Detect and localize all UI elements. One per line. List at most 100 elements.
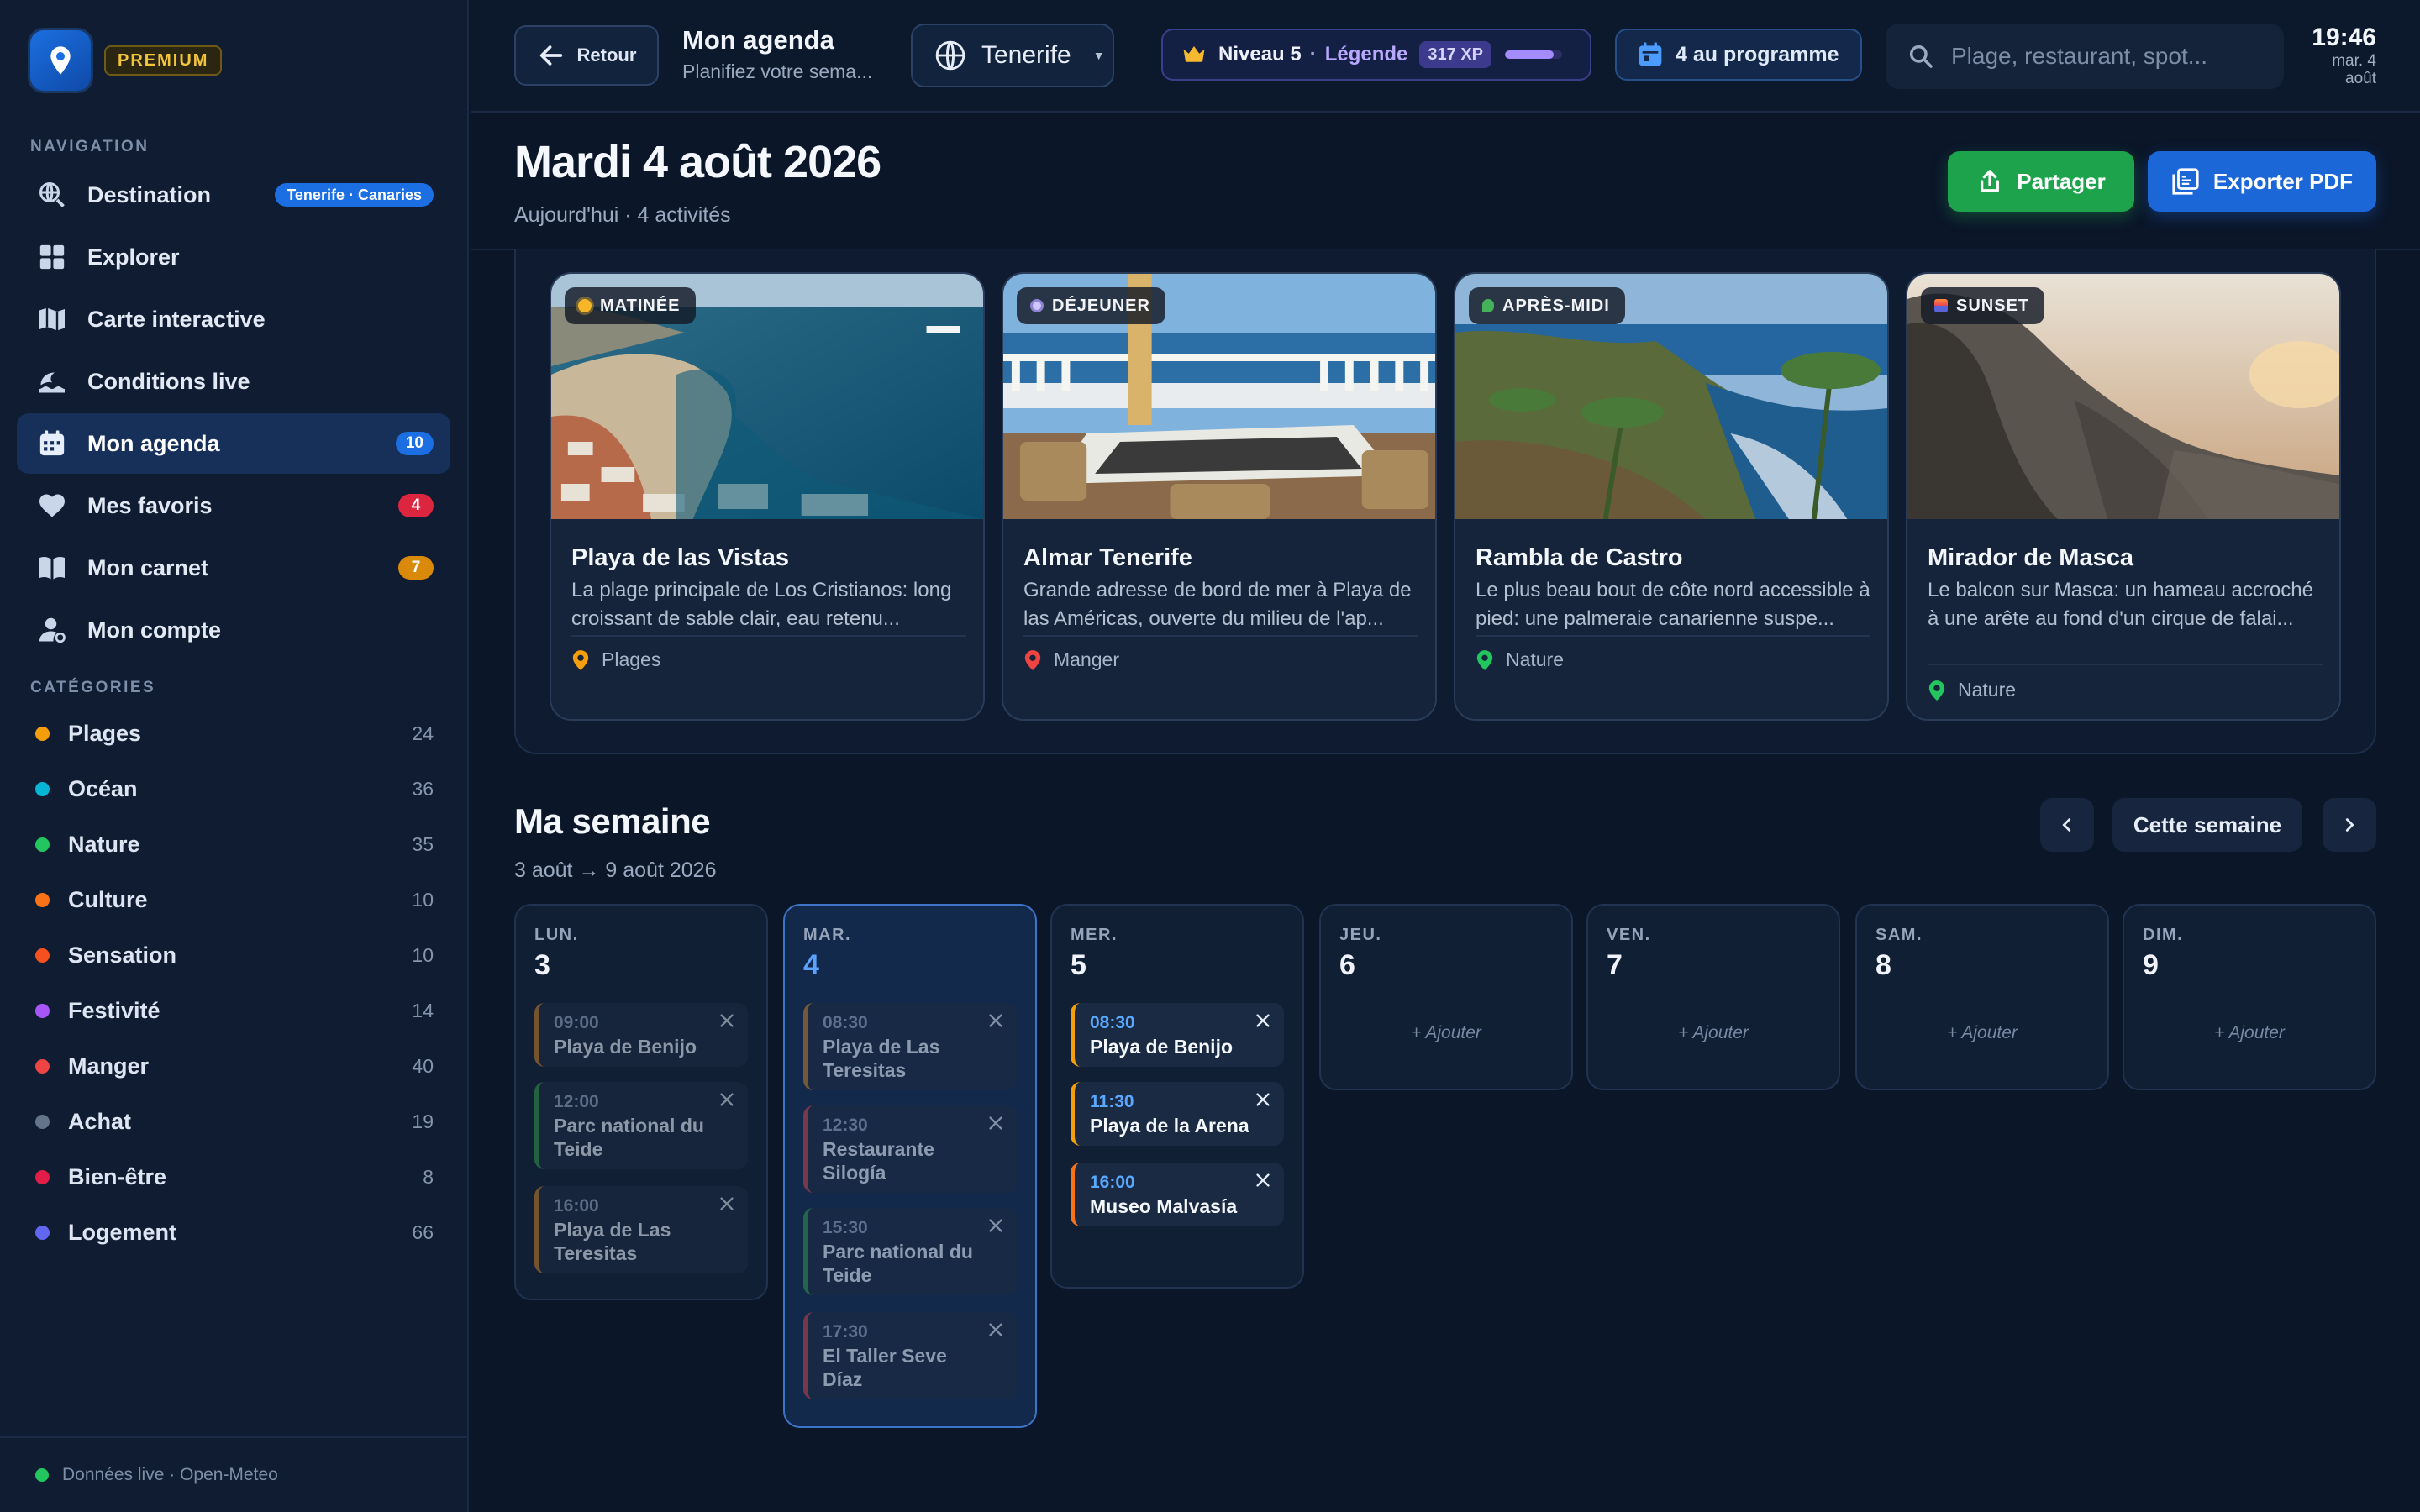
day-number: 9 [2143, 949, 2159, 981]
sidebar-item-destination[interactable]: Destination Tenerife · Canaries [17, 165, 450, 225]
category-item-manger[interactable]: Manger 40 [35, 1045, 434, 1087]
category-dot [35, 1225, 50, 1240]
share-button[interactable]: Partager [1948, 151, 2134, 212]
agenda-event[interactable]: 15:30 Parc national du Teide [803, 1208, 1017, 1295]
level-badge[interactable]: Niveau 5 · Légende 317 XP [1161, 29, 1591, 81]
activity-category-label: Nature [1506, 648, 1565, 670]
remove-event-icon[interactable] [718, 1011, 736, 1030]
agenda-event[interactable]: 09:00 Playa de Benijo [534, 1003, 748, 1067]
sidebar-item-agenda[interactable]: Mon agenda 10 [17, 413, 450, 474]
calendar-icon [1639, 42, 1662, 66]
day-number: 8 [1876, 949, 1891, 981]
category-item-festivite[interactable]: Festivité 14 [35, 990, 434, 1032]
location-pin-icon [1476, 649, 1493, 670]
activity-category-label: Nature [1958, 679, 2017, 701]
event-time: 17:30 [823, 1322, 868, 1341]
xp-progress-bar [1505, 50, 1563, 59]
remove-event-icon[interactable] [986, 1216, 1005, 1235]
category-item-logement[interactable]: Logement 66 [35, 1211, 434, 1253]
event-time: 16:00 [1090, 1173, 1135, 1192]
category-item-bien-etre[interactable]: Bien-être 8 [35, 1156, 434, 1198]
category-item-nature[interactable]: Nature 35 [35, 823, 434, 865]
level-separator: · [1309, 43, 1317, 66]
search-input[interactable] [1951, 43, 2270, 70]
destination-select[interactable]: Tenerife ▼ [911, 24, 1114, 87]
category-count: 19 [412, 1110, 434, 1132]
activity-title: Mirador de Masca [1928, 544, 2133, 571]
remove-event-icon[interactable] [1254, 1011, 1272, 1030]
add-activity-button[interactable]: + Ajouter [2124, 1023, 2375, 1043]
category-count: 10 [412, 888, 434, 911]
agenda-event[interactable]: 11:30 Playa de la Arena [1071, 1082, 1284, 1146]
level-label: Niveau 5 [1218, 43, 1302, 66]
category-item-plages[interactable]: Plages 24 [35, 712, 434, 754]
category-label: Culture [68, 886, 148, 912]
activity-description: Grande adresse de bord de mer à Playa de… [1023, 579, 1412, 630]
add-activity-button[interactable]: + Ajouter [1588, 1023, 1839, 1043]
agenda-event[interactable]: 17:30 El Taller Seve Díaz [803, 1312, 1017, 1399]
activity-card[interactable]: MATINÉE Playa de las Vistas La plage pri… [550, 272, 985, 721]
search-box[interactable] [1886, 24, 2284, 89]
activity-card[interactable]: APRÈS-MIDI Rambla de Castro Le plus beau… [1454, 272, 1889, 721]
activity-card[interactable]: DÉJEUNER Almar Tenerife Grande adresse d… [1002, 272, 1437, 721]
this-week-button[interactable]: Cette semaine [2112, 798, 2302, 852]
event-time: 08:30 [823, 1013, 868, 1032]
category-item-ocean[interactable]: Océan 36 [35, 768, 434, 810]
destination-value: Tenerife [981, 41, 1071, 69]
sidebar-item-favoris[interactable]: Mes favoris 4 [17, 475, 450, 536]
programme-button[interactable]: 4 au programme [1615, 29, 1862, 81]
day-number: 7 [1607, 949, 1623, 981]
agenda-event[interactable]: 12:00 Parc national du Teide [534, 1082, 748, 1169]
day-abbr: SAM. [1876, 926, 1923, 944]
remove-event-icon[interactable] [986, 1011, 1005, 1030]
sidebar-item-explorer[interactable]: Explorer [17, 227, 450, 287]
next-week-button[interactable] [2323, 798, 2376, 852]
chevron-right-icon [2345, 818, 2354, 832]
add-activity-button[interactable]: + Ajouter [1321, 1023, 1571, 1043]
add-activity-button[interactable]: + Ajouter [1857, 1023, 2107, 1043]
sidebar-item-compte[interactable]: Mon compte [17, 600, 450, 660]
remove-event-icon[interactable] [986, 1114, 1005, 1132]
activity-category: Nature [1928, 679, 2016, 701]
categories-section-label: CATÉGORIES [30, 679, 156, 696]
location-pin-icon [1024, 649, 1041, 670]
day-title: Mardi 4 août 2026 [514, 137, 881, 187]
agenda-event[interactable]: 16:00 Playa de Las Teresitas [534, 1186, 748, 1273]
back-button[interactable]: Retour [514, 25, 659, 86]
programme-label: 4 au programme [1676, 42, 1839, 66]
category-dot [35, 1114, 50, 1129]
previous-week-button[interactable] [2040, 798, 2094, 852]
agenda-event[interactable]: 08:30 Playa de Benijo [1071, 1003, 1284, 1067]
remove-event-icon[interactable] [1254, 1171, 1272, 1189]
category-item-culture[interactable]: Culture 10 [35, 879, 434, 921]
category-label: Plages [68, 720, 142, 746]
activity-category: Manger [1023, 648, 1119, 671]
sidebar-item-carnet[interactable]: Mon carnet 7 [17, 538, 450, 598]
sidebar-item-conditions[interactable]: Conditions live [17, 351, 450, 412]
remove-event-icon[interactable] [718, 1090, 736, 1109]
app-logo[interactable] [30, 30, 91, 91]
remove-event-icon[interactable] [1254, 1090, 1272, 1109]
activity-category: Nature [1476, 648, 1564, 671]
category-count: 8 [423, 1165, 434, 1188]
arrow-left-icon [539, 45, 562, 66]
activity-description: La plage principale de Los Cristianos: l… [571, 579, 952, 630]
remove-event-icon[interactable] [986, 1320, 1005, 1339]
category-item-achat[interactable]: Achat 19 [35, 1100, 434, 1142]
agenda-event[interactable]: 12:30 Restaurante Silogía [803, 1105, 1017, 1193]
page-heading: Mon agenda [682, 25, 834, 55]
remove-event-icon[interactable] [718, 1194, 736, 1213]
card-divider [1476, 635, 1870, 637]
activity-card[interactable]: SUNSET Mirador de Masca Le balcon sur Ma… [1906, 272, 2341, 721]
event-time: 15:30 [823, 1218, 868, 1237]
category-count: 40 [412, 1054, 434, 1077]
day-abbr: MER. [1071, 926, 1118, 944]
export-pdf-button[interactable]: Exporter PDF [2148, 151, 2376, 212]
sidebar-item-carte[interactable]: Carte interactive [17, 289, 450, 349]
category-item-sensation[interactable]: Sensation 10 [35, 934, 434, 976]
category-label: Festivité [68, 997, 160, 1023]
agenda-event[interactable]: 08:30 Playa de Las Teresitas [803, 1003, 1017, 1090]
agenda-event[interactable]: 16:00 Museo Malvasía [1071, 1163, 1284, 1226]
category-dot [35, 1003, 50, 1018]
sidebar-item-label: Mon carnet [87, 554, 209, 580]
